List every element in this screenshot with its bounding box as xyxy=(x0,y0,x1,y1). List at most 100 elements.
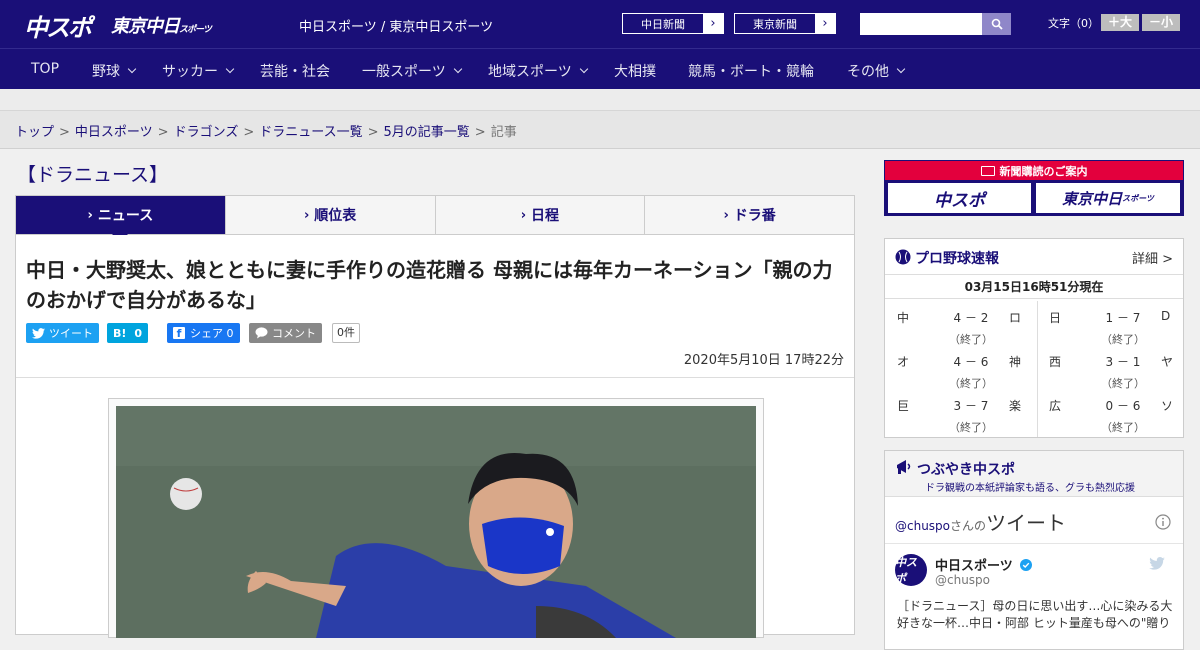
breadcrumb-dora-news-list[interactable]: ドラニュース一覧 xyxy=(259,125,362,140)
breadcrumb-chunichi-sports[interactable]: 中日スポーツ xyxy=(75,125,153,140)
game-score[interactable]: 日 1 － 7 D （終了） xyxy=(1049,309,1179,349)
home-team: 日 xyxy=(1049,311,1062,325)
nav-item-label: その他 xyxy=(847,64,889,80)
nav-item-entertainment[interactable]: 芸能・社会 xyxy=(260,61,330,81)
font-larger-button[interactable]: ＋大 xyxy=(1101,14,1139,31)
chevron-right-icon: › xyxy=(703,14,723,33)
breadcrumb-sep: > xyxy=(474,125,486,140)
chevron-right-icon: › xyxy=(520,207,527,223)
scores-divider xyxy=(1037,301,1038,437)
twitter-panel-subtitle: ドラ観戦の本紙評論家も語る、グラも熱烈応援 xyxy=(925,483,1135,494)
article-date: 2020年5月10日 17時22分 xyxy=(683,353,844,368)
font-smaller-button[interactable]: －小 xyxy=(1142,14,1180,31)
breadcrumb-may-articles[interactable]: 5月の記事一覧 xyxy=(384,125,470,140)
tab-label: ニュース xyxy=(97,208,154,224)
game-score[interactable]: オ 4 － 6 神 （終了） xyxy=(897,353,1027,393)
facebook-share-button[interactable]: f シェア 0 xyxy=(167,323,240,343)
nav-item-top[interactable]: TOP xyxy=(31,61,59,77)
home-team: 広 xyxy=(1049,399,1062,413)
hatena-bookmark-button[interactable]: B! 0 xyxy=(107,323,149,343)
chuspo-subscribe-logo[interactable]: 中スポ xyxy=(888,183,1031,213)
site-header: 中スポ 東京中日スポーツ 中日スポーツ / 東京中日スポーツ 中日新聞 › 東京… xyxy=(0,0,1200,48)
tokyo-shimbun-button[interactable]: 東京新聞 › xyxy=(734,13,836,34)
tweet-account-handle[interactable]: @chuspo xyxy=(935,573,990,587)
chevron-right-icon: › xyxy=(87,207,93,223)
score: 0 － 6 xyxy=(1105,399,1141,413)
home-team: 巨 xyxy=(897,399,910,413)
tweet-button[interactable]: ツイート xyxy=(26,323,99,343)
verified-badge-icon xyxy=(1020,559,1033,571)
comment-button[interactable]: コメント xyxy=(249,323,322,343)
avatar[interactable]: 中スポ xyxy=(895,554,927,586)
game-score[interactable]: 中 4 － 2 ロ （終了） xyxy=(897,309,1027,349)
game-status: （終了） xyxy=(1101,377,1145,390)
score: 4 － 6 xyxy=(953,355,989,369)
away-team: 楽 xyxy=(1009,399,1022,413)
nav-item-racing[interactable]: 競馬・ボート・競輪 xyxy=(688,61,814,81)
game-status: （終了） xyxy=(949,333,993,346)
section-title: 【ドラニュース】 xyxy=(17,164,169,186)
tweet-text[interactable]: ［ドラニュース］母の日に思い出す…心に染みる大好きな一杯…中日・阿部 ヒット量産… xyxy=(897,598,1177,632)
nav-item-label: 野球 xyxy=(92,64,120,80)
megaphone-icon xyxy=(897,460,911,474)
tweet-account-name[interactable]: 中日スポーツ xyxy=(935,555,1033,574)
score: 3 － 7 xyxy=(953,399,989,413)
scores-detail-link[interactable]: 詳細 > xyxy=(1132,248,1173,267)
nav-item-label: 地域スポーツ xyxy=(488,64,572,80)
nav-item-local-sports[interactable]: 地域スポーツ xyxy=(488,61,588,81)
chunichi-shimbun-button[interactable]: 中日新聞 › xyxy=(622,13,724,34)
nav-item-label: サッカー xyxy=(162,64,218,80)
subscription-banner-title: 新聞購読のご案内 xyxy=(885,161,1183,180)
chuspo-logo[interactable]: 中スポ xyxy=(24,8,92,43)
breadcrumb: トップ > 中日スポーツ > ドラゴンズ > ドラニュース一覧 >5月の記事一覧 > 記事 xyxy=(0,111,1200,149)
breadcrumb-sep: > xyxy=(367,125,379,140)
nav-item-label: 芸能・社会 xyxy=(260,64,330,80)
header-strip xyxy=(0,89,1200,111)
tab-standings[interactable]: › 順位表 xyxy=(226,196,436,234)
search-input[interactable] xyxy=(860,13,982,35)
tokyo-chunichi-subscribe-sub: スポーツ xyxy=(1122,193,1154,203)
game-score[interactable]: 西 3 － 1 ヤ （終了） xyxy=(1049,353,1179,393)
search-button[interactable] xyxy=(982,13,1011,35)
comment-bubble-icon xyxy=(255,327,268,339)
nav-item-label: 大相撲 xyxy=(614,64,656,80)
breadcrumb-dragons[interactable]: ドラゴンズ xyxy=(174,125,239,140)
subscription-banner[interactable]: 新聞購読のご案内 中スポ 東京中日 スポーツ xyxy=(884,160,1184,216)
facebook-icon: f xyxy=(173,327,185,340)
site-title[interactable]: 中日スポーツ / 東京中日スポーツ xyxy=(299,16,493,35)
tab-news[interactable]: › ニュース xyxy=(16,196,226,242)
tab-doraban[interactable]: › ドラ番 xyxy=(645,196,854,234)
game-status: （終了） xyxy=(949,377,993,390)
comment-count[interactable]: 0件 xyxy=(332,323,360,343)
tokyo-chunichi-subscribe-logo[interactable]: 東京中日 スポーツ xyxy=(1036,183,1180,213)
tokyo-shimbun-label: 東京新聞 xyxy=(753,17,797,31)
away-team: ヤ xyxy=(1161,355,1174,369)
photo-illustration xyxy=(116,406,756,638)
article-photo[interactable] xyxy=(116,406,756,638)
twitter-timeline-heading: @chuspoさんのツイート xyxy=(895,507,1066,536)
nav-item-baseball[interactable]: 野球 xyxy=(92,61,137,81)
breadcrumb-top[interactable]: トップ xyxy=(15,125,54,140)
nav-item-other[interactable]: その他 xyxy=(847,61,906,81)
breadcrumb-current: 記事 xyxy=(490,125,517,140)
tokyo-chunichi-subscribe-text: 東京中日 xyxy=(1062,189,1123,208)
game-score[interactable]: 広 0 － 6 ソ （終了） xyxy=(1049,397,1179,437)
hatena-count: 0 xyxy=(134,326,143,340)
twitter-handle-link[interactable]: @chuspo xyxy=(895,519,950,533)
subscription-banner-text: 新聞購読のご案内 xyxy=(999,164,1088,178)
game-score[interactable]: 巨 3 － 7 楽 （終了） xyxy=(897,397,1027,437)
tokyo-chunichi-logo-text: 東京中日 xyxy=(111,16,180,37)
twitter-divider xyxy=(885,543,1183,544)
chevron-right-icon: › xyxy=(723,207,729,223)
game-status: （終了） xyxy=(949,421,993,434)
twitter-san-no: さんの xyxy=(950,519,987,533)
nav-item-soccer[interactable]: サッカー xyxy=(162,61,235,81)
search-icon xyxy=(991,18,1003,30)
facebook-share-label: シェア 0 xyxy=(190,327,234,340)
nav-item-general-sports[interactable]: 一般スポーツ xyxy=(362,61,462,81)
nav-item-sumo[interactable]: 大相撲 xyxy=(614,61,656,81)
tab-schedule[interactable]: › 日程 xyxy=(436,196,646,234)
info-icon[interactable] xyxy=(1155,514,1171,530)
tokyo-chunichi-logo[interactable]: 東京中日スポーツ xyxy=(111,12,212,38)
hatena-b-icon: B! xyxy=(113,326,127,340)
